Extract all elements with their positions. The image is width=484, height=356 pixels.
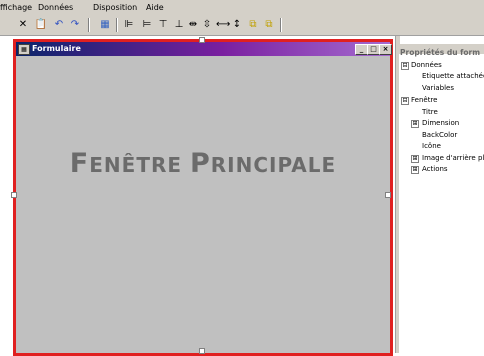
property-group-actions[interactable]: ⊞ Actions <box>399 164 484 175</box>
heading-rest-2: RINCIPALE <box>210 153 337 177</box>
property-group-image[interactable]: ⊞ Image d'arrière pla <box>399 153 484 164</box>
expand-icon[interactable]: ⊞ <box>411 166 419 174</box>
form-window-title: Formulaire <box>32 44 81 53</box>
properties-panel: Propriétés du form ⊟ Données Etiquette a… <box>399 44 484 353</box>
menu-aide[interactable]: Aide <box>146 3 164 12</box>
property-row-variables[interactable]: Variables <box>399 83 484 94</box>
form-app-icon: ▦ <box>18 44 30 55</box>
space-horizontal-icon[interactable]: ⟷ <box>216 18 230 31</box>
toolbar-separator <box>280 18 282 32</box>
expand-icon[interactable]: ⊞ <box>411 120 419 128</box>
paste-icon[interactable]: 📋 <box>34 18 48 31</box>
property-label: Variables <box>422 84 454 92</box>
property-row-etiquette[interactable]: Etiquette attachée <box>399 71 484 82</box>
menu-disposition[interactable]: Disposition <box>93 3 137 12</box>
undo-icon[interactable]: ↶ <box>52 18 66 31</box>
property-label: BackColor <box>422 131 458 139</box>
property-label: Titre <box>422 108 438 116</box>
align-right-icon[interactable]: ⊨ <box>140 18 154 31</box>
heading-rest-1: ENÊTRE <box>89 153 190 177</box>
align-top-icon[interactable]: ⊤ <box>156 18 170 31</box>
center-vertical-icon[interactable]: ⇳ <box>200 18 214 31</box>
cut-icon[interactable]: ✕ <box>16 18 30 31</box>
space-vertical-icon[interactable]: ↕ <box>230 18 244 31</box>
property-label: Icône <box>422 142 441 150</box>
property-label: Données <box>411 61 442 69</box>
property-row-icone[interactable]: Icône <box>399 141 484 152</box>
toolbar-separator <box>116 18 118 32</box>
property-row-backcolor[interactable]: BackColor <box>399 130 484 141</box>
heading-cap-f: F <box>69 148 90 179</box>
bring-front-icon[interactable]: ⧉ <box>246 18 260 31</box>
grid-icon[interactable]: ▦ <box>98 18 112 31</box>
property-group-dimension[interactable]: ⊞ Dimension <box>399 118 484 129</box>
design-canvas: ▦ Formulaire _ □ × FENÊTRE PRINCIPALE <box>0 36 395 356</box>
property-label: Actions <box>422 165 448 173</box>
toolbar-separator <box>88 18 90 32</box>
align-bottom-icon[interactable]: ⊥ <box>172 18 186 31</box>
resize-handle-top[interactable] <box>199 37 205 43</box>
send-back-icon[interactable]: ⧉ <box>262 18 276 31</box>
menu-bar: ffichage Données Disposition Aide <box>0 0 484 15</box>
resize-handle-right[interactable] <box>385 192 391 198</box>
property-group-fenetre[interactable]: ⊟ Fenêtre <box>399 95 484 106</box>
resize-handle-bottom[interactable] <box>199 348 205 354</box>
menu-donnees[interactable]: Données <box>38 3 73 12</box>
properties-title: Propriétés du form <box>400 48 481 57</box>
property-label: Fenêtre <box>411 96 438 104</box>
expand-icon[interactable]: ⊞ <box>411 155 419 163</box>
toolbar: ✕ 📋 ↶ ↷ ▦ ⊫ ⊨ ⊤ ⊥ ⇹ ⇳ ⟷ ↕ ⧉ ⧉ <box>0 15 484 36</box>
heading-cap-p: P <box>189 148 211 179</box>
property-group-donnees[interactable]: ⊟ Données <box>399 60 484 71</box>
collapse-icon[interactable]: ⊟ <box>401 97 409 105</box>
menu-affichage[interactable]: ffichage <box>0 3 32 12</box>
property-label: Image d'arrière pla <box>422 154 484 162</box>
close-button[interactable]: × <box>379 44 392 55</box>
property-row-titre[interactable]: Titre <box>399 107 484 118</box>
center-horizontal-icon[interactable]: ⇹ <box>186 18 200 31</box>
property-label: Dimension <box>422 119 460 127</box>
resize-handle-left[interactable] <box>11 192 17 198</box>
collapse-icon[interactable]: ⊟ <box>401 62 409 70</box>
property-label: Etiquette attachée <box>422 72 484 80</box>
form-titlebar: ▦ Formulaire _ □ × <box>16 42 392 56</box>
align-left-icon[interactable]: ⊫ <box>122 18 136 31</box>
form-heading: FENÊTRE PRINCIPALE <box>16 148 390 179</box>
form-preview[interactable]: ▦ Formulaire _ □ × FENÊTRE PRINCIPALE <box>13 39 393 356</box>
redo-icon[interactable]: ↷ <box>68 18 82 31</box>
